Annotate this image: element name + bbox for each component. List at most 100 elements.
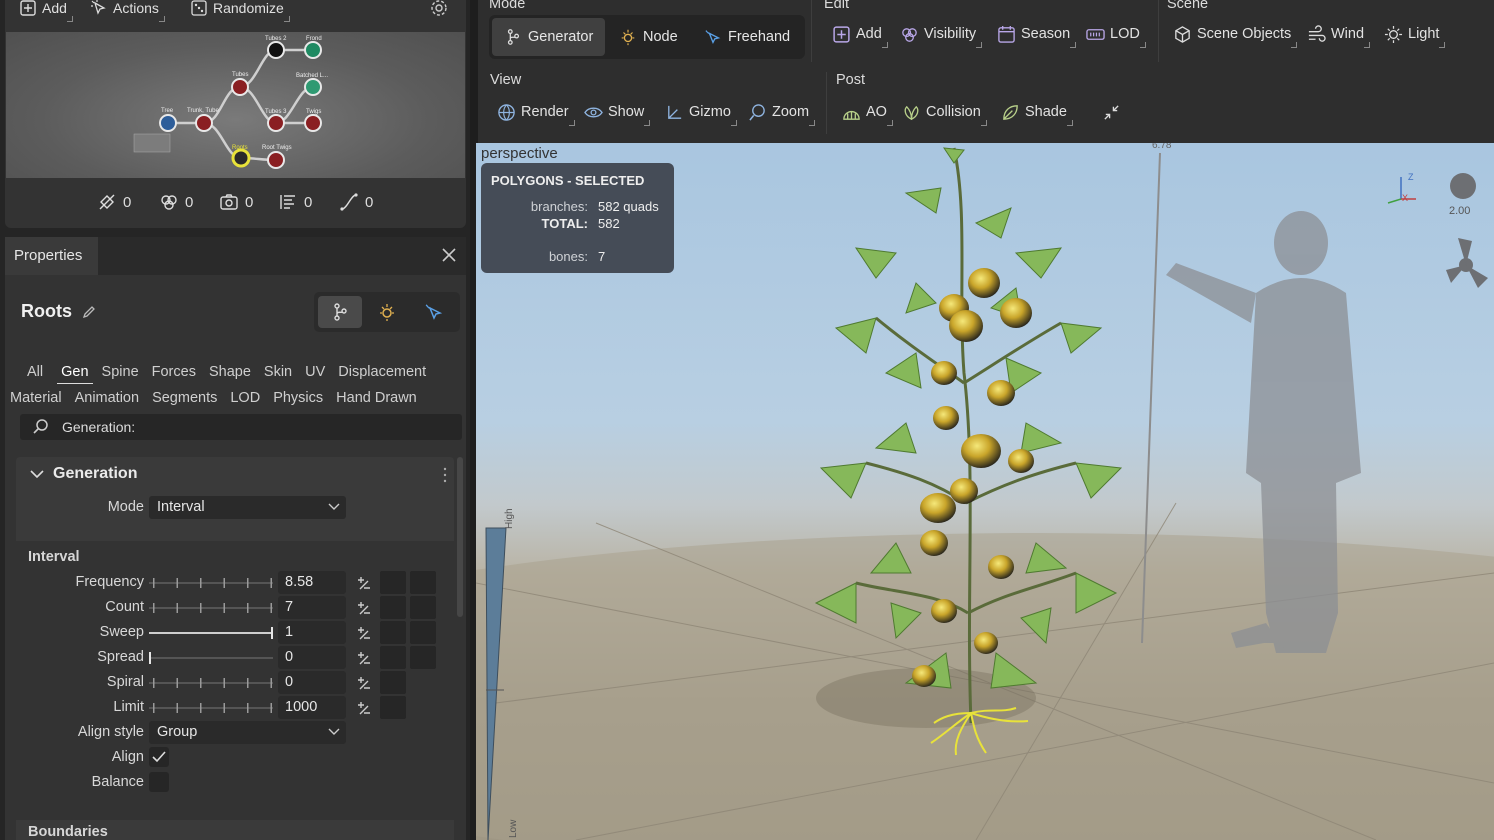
plus-minus-icon[interactable] <box>354 674 372 692</box>
node-graph-canvas[interactable]: Tree Trunk, Tube Tubes Roots Root Twigs … <box>6 32 465 178</box>
slider-tick <box>176 703 178 713</box>
count-variance-box[interactable] <box>410 596 436 619</box>
light-button[interactable]: Light <box>1384 22 1446 48</box>
close-icon[interactable] <box>440 246 458 264</box>
slider-tick <box>270 678 272 688</box>
spiral-slider[interactable] <box>149 676 273 690</box>
node-graph-svg: Tree Trunk, Tube Tubes Roots Root Twigs … <box>133 36 328 169</box>
slider-tick <box>153 578 155 588</box>
spread-input[interactable]: 0 <box>278 646 346 669</box>
stat-lod[interactable]: 0 <box>278 186 312 218</box>
plus-minus-icon[interactable] <box>354 574 372 592</box>
prop-mode-generator-button[interactable] <box>318 296 362 328</box>
randomize-button[interactable]: Randomize <box>190 0 290 22</box>
gizmo-button[interactable]: Gizmo <box>665 100 737 126</box>
gear-icon <box>431 0 447 16</box>
stat-hidden[interactable]: 0 <box>97 186 131 218</box>
prop-mode-freehand-button[interactable] <box>412 296 456 328</box>
limit-slider[interactable] <box>149 701 273 715</box>
count-slider[interactable] <box>149 601 273 615</box>
count-input[interactable]: 7 <box>278 596 346 619</box>
search-input[interactable] <box>62 419 442 435</box>
zoom-button[interactable]: Zoom <box>748 100 816 126</box>
limit-input[interactable]: 1000 <box>278 696 346 719</box>
slider-tick <box>247 603 249 613</box>
balance-checkbox[interactable] <box>149 772 169 792</box>
tab-shape[interactable]: Shape <box>209 364 251 380</box>
show-button[interactable]: Show <box>584 100 651 126</box>
season-button[interactable]: Season <box>997 22 1077 48</box>
stat-visibility[interactable]: 0 <box>159 186 193 218</box>
tab-properties[interactable]: Properties <box>5 237 98 275</box>
spread-variance-box[interactable] <box>410 646 436 669</box>
align-style-label: Align style <box>77 724 144 740</box>
mode-group: Generator Node Freehand <box>489 15 805 59</box>
plus-minus-icon[interactable] <box>354 624 372 642</box>
calendar-icon <box>998 25 1015 43</box>
3d-viewport[interactable]: perspective 6.78 Z X 2.00 High Low POLYG… <box>476 143 1494 840</box>
align-style-select[interactable]: Group <box>149 721 346 744</box>
tab-skin[interactable]: Skin <box>264 364 292 380</box>
tab-all[interactable]: All <box>27 364 43 380</box>
plus-minus-icon[interactable] <box>354 599 372 617</box>
sweep-input[interactable]: 1 <box>278 621 346 644</box>
limit-curve-box[interactable] <box>380 696 406 719</box>
frequency-variance-box[interactable] <box>410 571 436 594</box>
spread-curve-box[interactable] <box>380 646 406 669</box>
sweep-slider[interactable] <box>149 626 273 640</box>
tab-uv[interactable]: UV <box>305 364 325 380</box>
stat-curves[interactable]: 0 <box>339 186 373 218</box>
zoom-sphere-icon[interactable] <box>1450 173 1476 199</box>
wind-fan-icon[interactable] <box>1446 238 1488 288</box>
more-vertical-icon[interactable] <box>442 467 448 483</box>
edit-add-button[interactable]: Add <box>832 22 888 48</box>
tab-lod[interactable]: LOD <box>230 390 260 406</box>
actions-button[interactable]: Actions <box>90 0 165 22</box>
stat-snapshots[interactable]: 0 <box>219 186 253 218</box>
tab-hand-drawn[interactable]: Hand Drawn <box>336 390 417 406</box>
tab-animation[interactable]: Animation <box>75 390 139 406</box>
visibility-button[interactable]: Visibility <box>900 22 983 48</box>
viewport-camera-label[interactable]: perspective <box>481 145 558 162</box>
frequency-curve-box[interactable] <box>380 571 406 594</box>
sweep-variance-box[interactable] <box>410 621 436 644</box>
plus-minus-icon[interactable] <box>354 699 372 717</box>
spiral-curve-box[interactable] <box>380 671 406 694</box>
generation-header[interactable]: Generation <box>16 457 454 491</box>
tab-material[interactable]: Material <box>10 390 62 406</box>
boundaries-section[interactable]: Boundaries <box>16 820 454 840</box>
properties-scrollbar[interactable] <box>457 457 463 617</box>
spiral-input[interactable]: 0 <box>278 671 346 694</box>
node-label-tubes2: Tubes 2 <box>265 36 287 42</box>
plus-minus-icon[interactable] <box>354 649 372 667</box>
tab-gen[interactable]: Gen <box>57 364 94 384</box>
shade-button[interactable]: Shade <box>1001 100 1073 126</box>
collision-button[interactable]: Collision <box>902 100 987 126</box>
lod-button[interactable]: LOD <box>1086 22 1146 48</box>
render-button[interactable]: Render <box>497 100 575 126</box>
align-checkbox[interactable] <box>149 747 169 767</box>
wind-button[interactable]: Wind <box>1307 22 1371 48</box>
mode-freehand-button[interactable]: Freehand <box>692 18 802 56</box>
frequency-slider[interactable] <box>149 576 273 590</box>
mode-select[interactable]: Interval <box>149 496 346 519</box>
prop-mode-node-button[interactable] <box>365 296 409 328</box>
ao-button[interactable]: AO <box>842 100 893 126</box>
tab-spine[interactable]: Spine <box>102 364 139 380</box>
pencil-icon[interactable] <box>82 305 96 319</box>
frequency-input[interactable]: 8.58 <box>278 571 346 594</box>
count-curve-box[interactable] <box>380 596 406 619</box>
mode-generator-button[interactable]: Generator <box>492 18 606 56</box>
tab-segments[interactable]: Segments <box>152 390 217 406</box>
sweep-curve-box[interactable] <box>380 621 406 644</box>
scene-objects-button[interactable]: Scene Objects <box>1173 22 1298 48</box>
collapse-toolbar-button[interactable] <box>1102 100 1121 124</box>
graph-add-button[interactable]: Add <box>19 0 73 22</box>
graph-settings-button[interactable] <box>429 0 449 20</box>
tab-forces[interactable]: Forces <box>152 364 196 380</box>
object-name: Roots <box>21 301 72 321</box>
mode-node-button[interactable]: Node <box>607 18 690 56</box>
spread-slider[interactable] <box>149 651 273 665</box>
tab-physics[interactable]: Physics <box>273 390 323 406</box>
tab-displacement[interactable]: Displacement <box>338 364 426 380</box>
